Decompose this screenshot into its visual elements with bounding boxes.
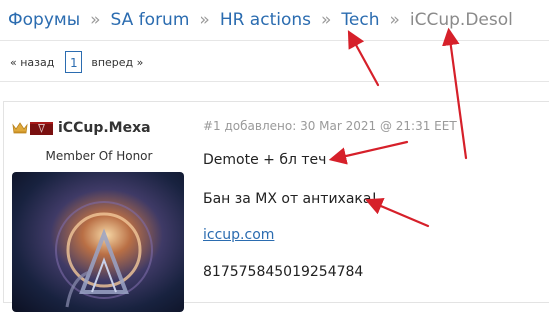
crown-icon xyxy=(12,122,28,134)
author-username[interactable]: iCCup.Mexa xyxy=(58,120,151,136)
divider xyxy=(0,81,549,82)
breadcrumb-separator: » xyxy=(389,10,400,30)
post-link[interactable]: iccup.com xyxy=(203,227,274,243)
post-content: #1 добавлено: 30 Mar 2021 @ 21:31 EET De… xyxy=(203,102,549,302)
next-page-link[interactable]: вперед » xyxy=(91,56,143,69)
breadcrumb-separator: » xyxy=(199,10,210,30)
divider xyxy=(0,40,549,41)
breadcrumb: Форумы » SA forum » HR actions » Tech » … xyxy=(8,6,549,34)
breadcrumb-item-sa-forum[interactable]: SA forum xyxy=(111,10,190,30)
avatar-art xyxy=(55,201,153,308)
prev-page-link[interactable]: « назад xyxy=(10,56,54,69)
post-line: 817575845019254784 xyxy=(203,264,364,280)
pagination: « назад 1 вперед » xyxy=(10,50,143,74)
breadcrumb-item-hr-actions[interactable]: HR actions xyxy=(220,10,311,30)
arrow-to-tech xyxy=(347,30,380,87)
author-rank: Member Of Honor xyxy=(45,149,153,163)
post-author-sidebar: iCCup.Mexa Member Of Honor xyxy=(4,102,194,312)
current-page[interactable]: 1 xyxy=(65,51,83,73)
author-line: iCCup.Mexa xyxy=(12,120,151,136)
forum-post: iCCup.Mexa Member Of Honor #1 добавлено:… xyxy=(3,101,549,312)
breadcrumb-separator: » xyxy=(90,10,101,30)
post-line: Бан за МХ от антихака! xyxy=(203,191,378,207)
breadcrumb-separator: » xyxy=(321,10,332,30)
clan-flag-icon xyxy=(30,121,53,135)
breadcrumb-item-forums[interactable]: Форумы xyxy=(8,10,80,30)
avatar xyxy=(12,172,184,312)
breadcrumb-item-current: iCCup.Desol xyxy=(409,10,513,30)
post-meta: #1 добавлено: 30 Mar 2021 @ 21:31 EET xyxy=(203,119,457,133)
breadcrumb-item-tech[interactable]: Tech xyxy=(341,10,379,30)
post-line: Demote + бл теч xyxy=(203,152,327,168)
